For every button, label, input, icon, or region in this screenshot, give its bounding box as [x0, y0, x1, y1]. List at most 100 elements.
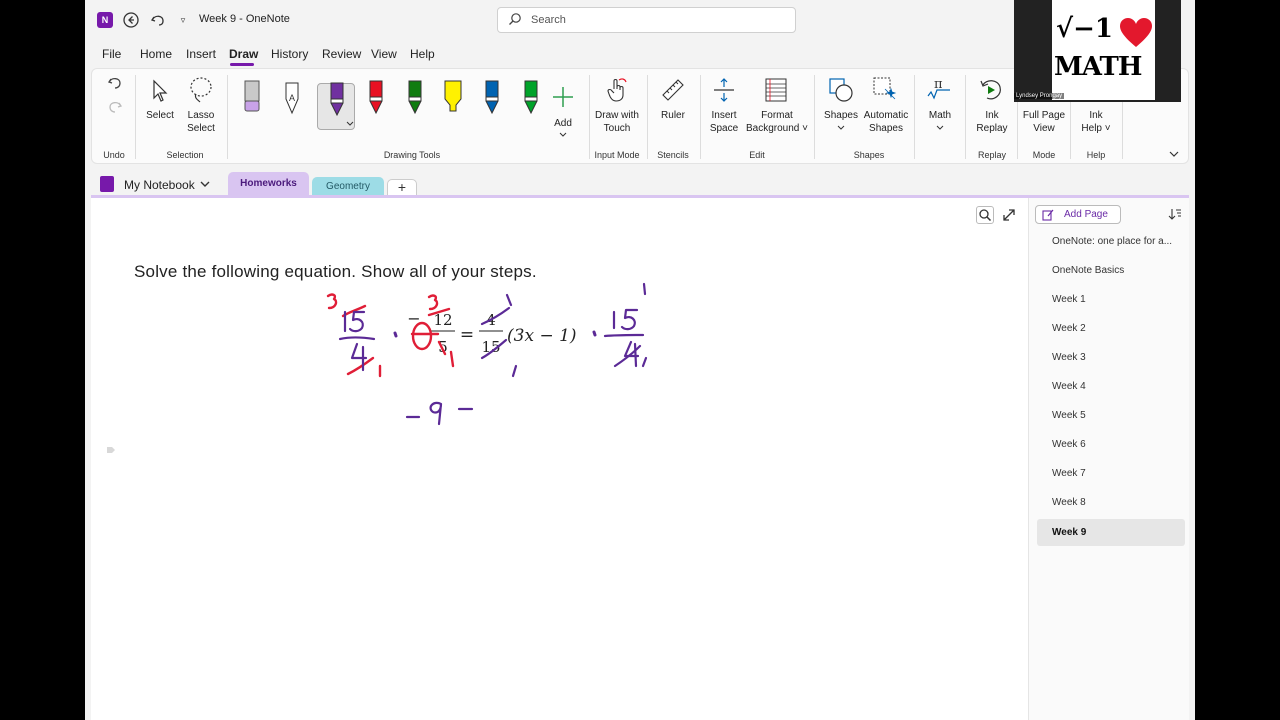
- logo-math-text: MATH: [1054, 52, 1142, 82]
- ink-circle-zero: [411, 321, 433, 351]
- yellow-highlighter-icon[interactable]: [443, 79, 463, 117]
- replay-icon: [980, 80, 1001, 100]
- shapes-label: Shapes: [824, 110, 858, 121]
- ribbon-undo-icon[interactable]: [107, 75, 123, 91]
- typed-equation: − 12 5 = 4 15 (3x − 1): [407, 309, 576, 356]
- pencil-icon[interactable]: A: [282, 79, 302, 117]
- ink-15-five: [348, 310, 366, 333]
- page-item[interactable]: Week 4: [1037, 373, 1185, 400]
- parenthesized-expression: (3x − 1): [507, 326, 577, 346]
- window-title: Week 9 - OneNote: [199, 13, 290, 25]
- paragraph-handle-icon[interactable]: [106, 446, 116, 454]
- purple-pen-icon[interactable]: [327, 81, 347, 119]
- add-page-label: Add Page: [1064, 209, 1108, 220]
- auto-shapes-label-2: Shapes: [869, 123, 903, 134]
- onenote-window: N ▿ Week 9 - OneNote Search File Home In…: [85, 0, 1195, 720]
- tab-geometry[interactable]: Geometry: [312, 177, 384, 196]
- ribbon-separator: [814, 75, 815, 159]
- ink-layer[interactable]: − 12 5 = 4 15 (3x − 1): [91, 198, 1028, 720]
- format-background-icon: [765, 78, 787, 102]
- add-section-button[interactable]: +: [387, 179, 417, 196]
- chevron-down-icon: [936, 125, 944, 130]
- collapse-ribbon-icon[interactable]: [1168, 149, 1180, 159]
- ink-dot-1: [393, 331, 398, 338]
- group-label-undo: Undo: [103, 150, 125, 160]
- notebook-name[interactable]: My Notebook: [124, 178, 195, 192]
- menu-draw[interactable]: Draw: [229, 47, 258, 61]
- add-page-icon: [1042, 209, 1054, 221]
- tab-homeworks[interactable]: Homeworks: [228, 172, 309, 196]
- onenote-logo-icon: N: [97, 12, 113, 28]
- menu-review[interactable]: Review: [322, 47, 361, 61]
- menu-help[interactable]: Help: [410, 47, 435, 61]
- webcam-name-label: Lyndsey Prongay: [1014, 93, 1065, 99]
- insert-space-label-1: Insert: [711, 110, 737, 121]
- auto-shapes-label-1: Automatic: [863, 110, 909, 121]
- group-label-stencils: Stencils: [657, 150, 689, 160]
- red-ink-strokes: [326, 293, 455, 378]
- draw-touch-label-2: Touch: [603, 123, 631, 134]
- back-icon[interactable]: [122, 11, 140, 29]
- page-item[interactable]: Week 5: [1037, 402, 1185, 429]
- page-item[interactable]: Week 3: [1037, 344, 1185, 371]
- chevron-down-icon: [559, 132, 567, 137]
- ink-slash-4-left: [346, 356, 375, 376]
- menu-history[interactable]: History: [271, 47, 308, 61]
- ribbon-redo-icon[interactable]: [107, 99, 123, 115]
- eraser-icon[interactable]: [242, 79, 262, 117]
- note-canvas[interactable]: Solve the following equation. Show all o…: [91, 198, 1028, 720]
- page-item[interactable]: OneNote: one place for a...: [1037, 228, 1185, 255]
- math-pi-icon: π: [927, 77, 950, 100]
- shapes-icon: [829, 78, 853, 102]
- insert-space-icon: [714, 78, 734, 102]
- undo-icon[interactable]: [149, 11, 167, 29]
- green-pen-2-icon[interactable]: [521, 79, 541, 117]
- ink-one-3: [505, 293, 513, 307]
- plus-icon: [553, 87, 573, 107]
- search-input[interactable]: Search: [497, 7, 796, 33]
- menu-file[interactable]: File: [102, 47, 121, 61]
- heart-icon: [1120, 18, 1152, 47]
- active-menu-indicator: [230, 63, 254, 66]
- sort-icon[interactable]: [1168, 207, 1182, 221]
- page-item[interactable]: Week 8: [1037, 489, 1185, 516]
- group-label-shapes: Shapes: [853, 150, 885, 160]
- draw-touch-label-1: Draw with: [595, 110, 639, 121]
- ribbon-separator: [589, 75, 590, 159]
- equals-sign: =: [460, 325, 474, 345]
- page-item[interactable]: Week 6: [1037, 431, 1185, 458]
- ribbon-separator: [227, 75, 228, 159]
- group-label-help: Help: [1086, 150, 1106, 160]
- automatic-shapes-icon: [873, 77, 897, 100]
- ink-fraction-bar-right: [603, 333, 645, 338]
- lasso-icon: [190, 77, 212, 103]
- math-logo: √−1 MATH: [1052, 0, 1155, 100]
- page-item[interactable]: Week 7: [1037, 460, 1185, 487]
- menu-home[interactable]: Home: [140, 47, 172, 61]
- ink-four-left: [350, 342, 368, 372]
- page-item-selected[interactable]: Week 9: [1037, 519, 1185, 546]
- ink-one-2: [449, 350, 455, 368]
- ink-nine: [429, 401, 443, 426]
- select-label: Select: [146, 110, 174, 121]
- red-pen-icon[interactable]: [366, 79, 386, 117]
- menu-view[interactable]: View: [371, 47, 397, 61]
- green-pen-icon[interactable]: [405, 79, 425, 117]
- ink-fraction-bar-left: [338, 336, 376, 341]
- pointer-icon: [153, 79, 168, 102]
- customize-toolbar-icon[interactable]: ▿: [174, 11, 192, 29]
- chevron-down-icon[interactable]: [200, 180, 210, 188]
- page-list-pane: Add Page OneNote: one place for a... One…: [1028, 198, 1189, 720]
- page-item[interactable]: Week 2: [1037, 315, 1185, 342]
- page-item[interactable]: Week 1: [1037, 286, 1185, 313]
- add-page-button[interactable]: Add Page: [1035, 205, 1121, 224]
- ruler-label: Ruler: [661, 110, 685, 121]
- group-label-drawing-tools: Drawing Tools: [383, 150, 441, 160]
- page-item[interactable]: OneNote Basics: [1037, 257, 1185, 284]
- full-page-label-1: Full Page: [1022, 110, 1066, 121]
- blue-pen-icon[interactable]: [482, 79, 502, 117]
- menu-insert[interactable]: Insert: [186, 47, 216, 61]
- chevron-down-icon[interactable]: [346, 121, 354, 127]
- fraction1-denominator: 5: [438, 338, 448, 356]
- ink-help-label-1: Ink: [1089, 110, 1103, 121]
